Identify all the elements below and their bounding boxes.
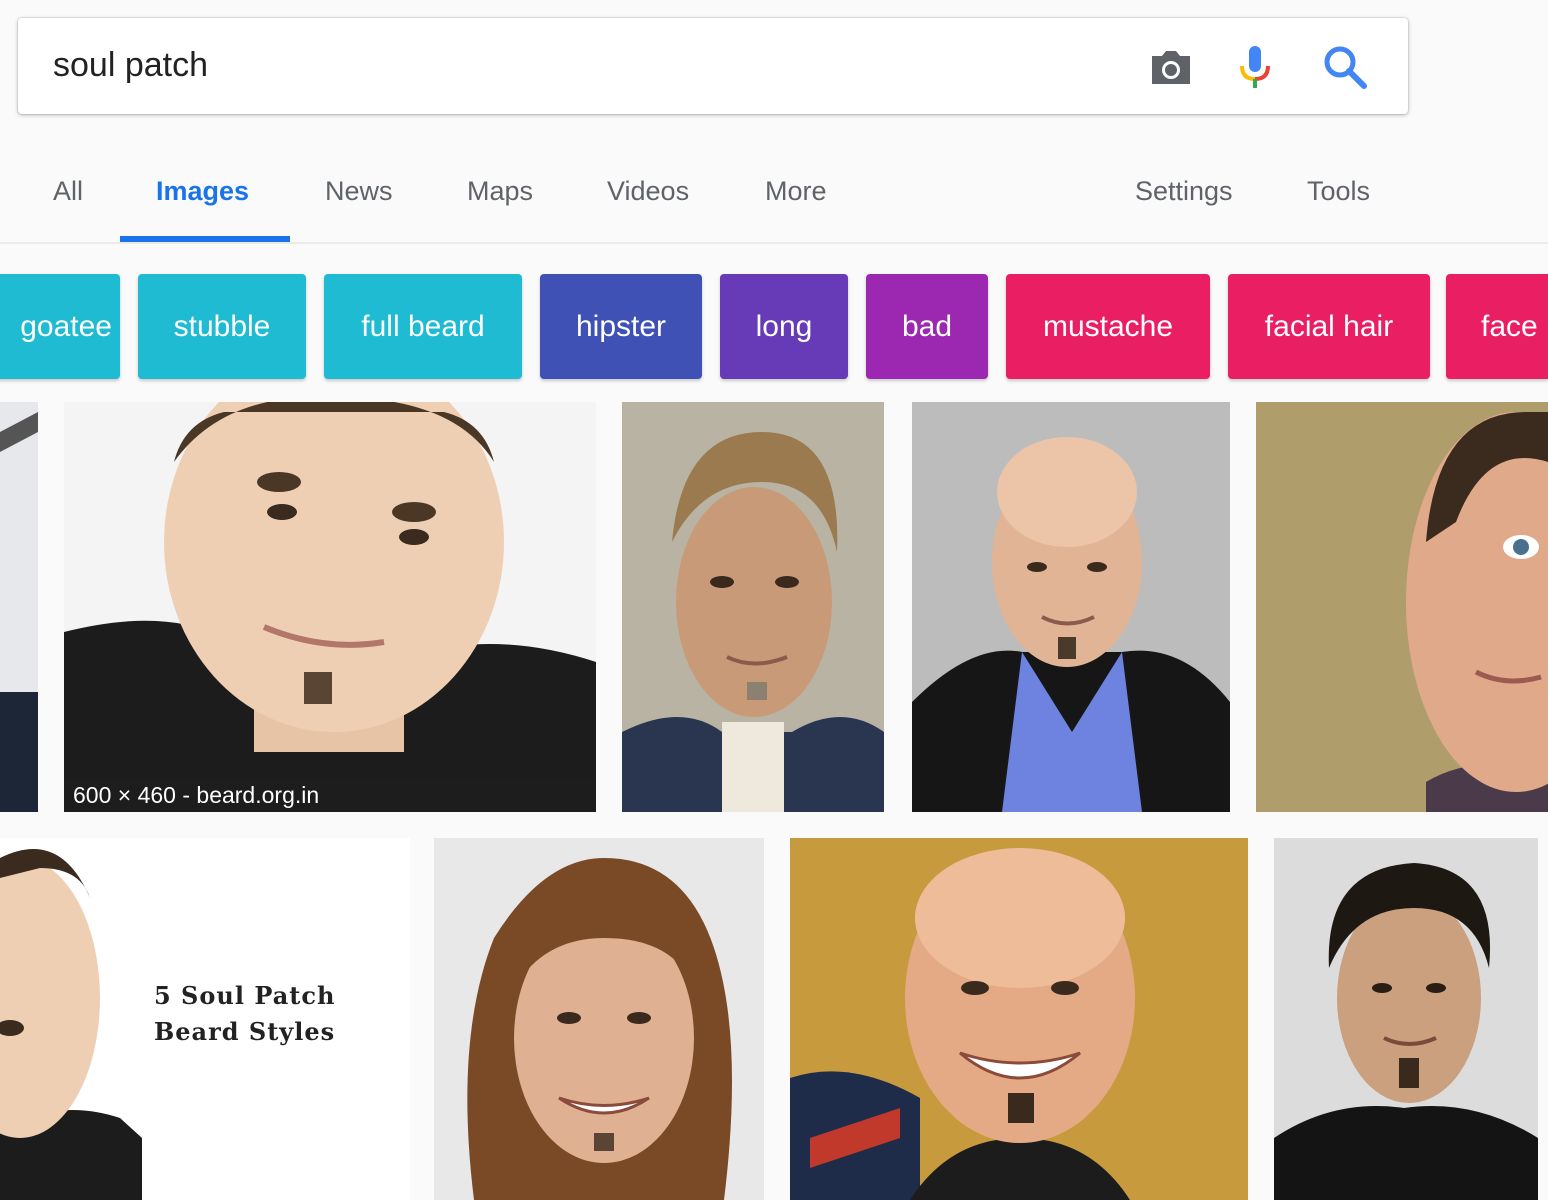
image-caption: 600 × 460 - beard.org.in: [64, 778, 596, 812]
tab-all[interactable]: All: [53, 176, 83, 207]
tab-more[interactable]: More: [765, 176, 827, 207]
search-box: [18, 18, 1408, 114]
image-overlay-text: 5 Soul Patch Beard Styles: [154, 978, 335, 1050]
image-result[interactable]: [0, 402, 38, 812]
chip-hipster[interactable]: hipster: [540, 274, 702, 379]
image-result[interactable]: [622, 402, 884, 812]
tab-maps[interactable]: Maps: [467, 176, 533, 207]
search-icon[interactable]: [1320, 42, 1370, 92]
chip-stubble[interactable]: stubble: [138, 274, 306, 379]
chip-label: bad: [901, 309, 953, 343]
camera-icon[interactable]: [1146, 42, 1196, 92]
tab-images[interactable]: Images: [156, 176, 249, 207]
image-result[interactable]: [434, 838, 764, 1200]
chip-facial-hair[interactable]: facial hair: [1228, 274, 1430, 379]
image-result[interactable]: 600 × 460 - beard.org.in: [64, 402, 596, 812]
overlay-line: 5 Soul Patch: [154, 981, 336, 1010]
image-result[interactable]: [790, 838, 1248, 1200]
tab-tools[interactable]: Tools: [1307, 176, 1370, 207]
chip-long[interactable]: long: [720, 274, 848, 379]
overlay-line: Beard Styles: [154, 1017, 336, 1046]
image-result[interactable]: 5 Soul Patch Beard Styles: [0, 838, 410, 1200]
image-result[interactable]: [1274, 838, 1538, 1200]
image-result[interactable]: [1256, 402, 1548, 812]
chip-mustache[interactable]: mustache: [1006, 274, 1210, 379]
tab-settings[interactable]: Settings: [1135, 176, 1233, 207]
chip-label: stubble: [173, 309, 271, 343]
image-result[interactable]: [912, 402, 1230, 812]
search-tabs: All Images News Maps Videos More Setting…: [0, 150, 1548, 244]
microphone-icon[interactable]: [1230, 42, 1280, 92]
chip-label: facial hair: [1264, 309, 1394, 343]
tab-videos[interactable]: Videos: [607, 176, 689, 207]
chip-label: face: [1481, 309, 1538, 343]
chip-full-beard[interactable]: full beard: [324, 274, 522, 379]
chip-label: hipster: [575, 309, 667, 343]
chip-face[interactable]: face: [1446, 274, 1548, 379]
tab-news[interactable]: News: [325, 176, 393, 207]
active-tab-indicator: [120, 236, 290, 242]
chip-label: mustache: [1042, 309, 1174, 343]
chip-label: full beard: [361, 309, 485, 343]
chip-label: goatee: [20, 309, 112, 343]
chip-goatee[interactable]: goatee: [0, 274, 120, 379]
search-input[interactable]: [53, 46, 1103, 85]
chip-bad[interactable]: bad: [866, 274, 988, 379]
chip-label: long: [755, 309, 813, 343]
